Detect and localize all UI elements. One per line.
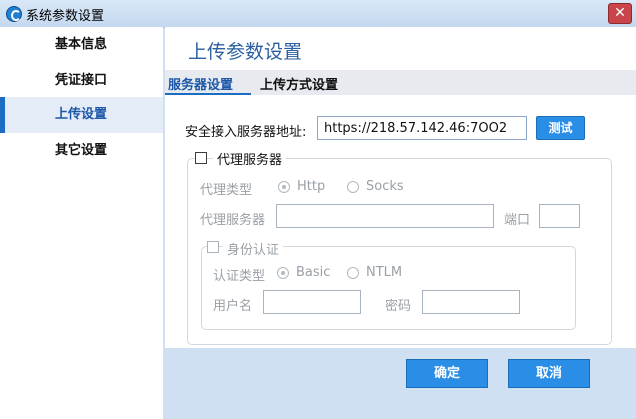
close-button[interactable]: ✕ bbox=[608, 3, 632, 24]
proxy-checkbox-label: 代理服务器 bbox=[213, 149, 287, 168]
proxy-server-label: 代理服务器 bbox=[200, 213, 266, 228]
password-label: 密码 bbox=[385, 299, 412, 314]
proxy-server-input[interactable] bbox=[276, 204, 494, 228]
sidebar-item-label: 凭证接口 bbox=[55, 73, 108, 88]
proxy-type-label: 代理类型 bbox=[200, 183, 253, 198]
proxy-type-http-label: Http bbox=[297, 179, 326, 194]
auth-group-box bbox=[201, 246, 576, 330]
ok-button[interactable]: 确定 bbox=[406, 359, 488, 388]
app-logo-icon bbox=[6, 6, 22, 22]
auth-checkbox[interactable] bbox=[207, 241, 219, 253]
proxy-port-input[interactable] bbox=[539, 204, 580, 228]
sidebar-item-label: 基本信息 bbox=[55, 37, 108, 52]
cancel-button[interactable]: 取消 bbox=[508, 359, 590, 388]
tab-bar: 服务器设置 上传方式设置 bbox=[165, 70, 636, 95]
auth-type-ntlm-radio[interactable] bbox=[347, 267, 359, 279]
auth-type-basic-label: Basic bbox=[296, 265, 331, 280]
window-title: 系统参数设置 bbox=[26, 9, 105, 24]
server-address-label: 安全接入服务器地址: bbox=[185, 125, 307, 140]
sidebar-item-label: 上传设置 bbox=[55, 107, 108, 122]
auth-type-ntlm-label: NTLM bbox=[366, 265, 403, 280]
username-label: 用户名 bbox=[213, 299, 253, 314]
proxy-type-http-radio[interactable] bbox=[278, 181, 290, 193]
proxy-checkbox[interactable] bbox=[195, 152, 207, 164]
proxy-port-label: 端口 bbox=[504, 213, 531, 228]
username-input[interactable] bbox=[263, 290, 361, 314]
auth-checkbox-label: 身份认证 bbox=[223, 239, 284, 258]
proxy-type-socks-label: Socks bbox=[366, 179, 404, 194]
sidebar-item-basic-info[interactable]: 基本信息 bbox=[0, 27, 163, 63]
proxy-type-socks-radio[interactable] bbox=[347, 181, 359, 193]
sidebar-item-voucher-interface[interactable]: 凭证接口 bbox=[0, 63, 163, 99]
page-title: 上传参数设置 bbox=[188, 41, 303, 63]
dialog-button-area: 确定 取消 bbox=[165, 348, 636, 419]
sidebar-item-label: 其它设置 bbox=[55, 143, 108, 158]
sidebar-item-upload-settings[interactable]: 上传设置 bbox=[0, 97, 163, 133]
main-panel: 上传参数设置 服务器设置 上传方式设置 安全接入服务器地址: 测试 代理服务器 … bbox=[165, 27, 636, 348]
title-bar: 系统参数设置 ✕ bbox=[0, 0, 636, 28]
sidebar: 基本信息 凭证接口 上传设置 其它设置 bbox=[0, 27, 163, 419]
tab-upload-method-settings[interactable]: 上传方式设置 bbox=[260, 74, 338, 93]
auth-type-label: 认证类型 bbox=[213, 269, 266, 284]
test-button[interactable]: 测试 bbox=[536, 116, 585, 140]
tab-server-settings[interactable]: 服务器设置 bbox=[168, 74, 233, 93]
password-input[interactable] bbox=[422, 290, 520, 314]
active-tab-indicator bbox=[165, 93, 251, 95]
sidebar-item-other-settings[interactable]: 其它设置 bbox=[0, 133, 163, 169]
server-address-input[interactable] bbox=[317, 116, 527, 140]
auth-type-basic-radio[interactable] bbox=[277, 267, 289, 279]
